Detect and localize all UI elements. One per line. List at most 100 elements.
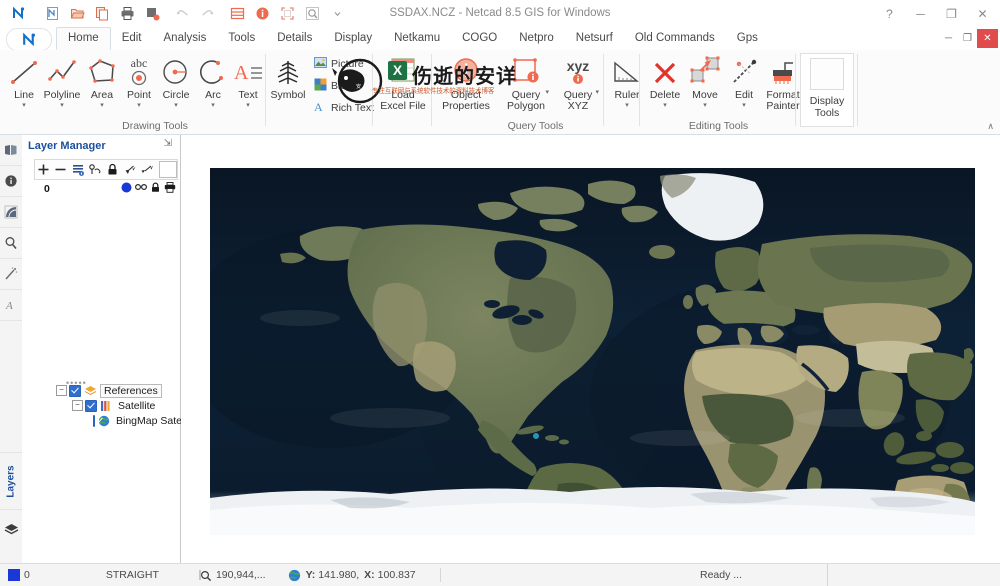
chevron-down-icon[interactable]: ▾ — [211, 102, 215, 110]
help-button[interactable]: ? — [874, 1, 905, 27]
tab-netsurf[interactable]: Netsurf — [565, 27, 624, 50]
add-layer-button[interactable] — [35, 161, 52, 178]
status-scale[interactable]: 190,944,... — [191, 564, 274, 586]
tab-netkamu[interactable]: Netkamu — [383, 27, 451, 50]
mdi-minimize-button[interactable]: ─ — [939, 29, 958, 48]
tab-edit[interactable]: Edit — [111, 27, 153, 50]
lock-layers-button[interactable] — [104, 161, 121, 178]
tab-netpro[interactable]: Netpro — [508, 27, 565, 50]
layer-checkbox[interactable] — [93, 414, 95, 427]
info-circle-icon[interactable] — [250, 1, 275, 26]
tool-block[interactable]: Block — [312, 78, 359, 94]
tool-query-xyz[interactable]: xyz Query XYZ ▾ — [555, 53, 601, 112]
tool-circle[interactable]: Circle ▾ — [156, 53, 196, 110]
tool-arc[interactable]: Arc ▾ — [193, 53, 233, 110]
tool-edit[interactable]: Edit ▾ — [724, 53, 764, 110]
layer-color-dot-icon[interactable] — [121, 182, 132, 196]
tool-delete[interactable]: Delete ▾ — [645, 53, 685, 110]
chevron-down-icon[interactable]: ▾ — [663, 102, 667, 110]
chevron-down-icon[interactable]: ▾ — [246, 102, 250, 110]
layer-checkbox[interactable] — [69, 384, 81, 397]
chevron-down-icon[interactable] — [325, 1, 350, 26]
tab-old-commands[interactable]: Old Commands — [624, 27, 726, 50]
tool-point[interactable]: abc Point ▾ — [119, 53, 159, 110]
rail-radar-icon[interactable] — [0, 197, 22, 228]
map-canvas[interactable] — [210, 168, 975, 535]
filter-layers-button[interactable] — [87, 161, 104, 178]
crop-icon[interactable] — [275, 1, 300, 26]
tab-cogo[interactable]: COGO — [451, 27, 508, 50]
close-button[interactable]: ✕ — [967, 1, 998, 27]
table-icon[interactable] — [225, 1, 250, 26]
export-icon[interactable] — [140, 1, 165, 26]
chevron-down-icon[interactable]: ▾ — [545, 89, 549, 97]
map-document-window[interactable] — [181, 135, 1000, 564]
rail-magnifier-icon[interactable] — [0, 228, 22, 259]
tab-gps[interactable]: Gps — [726, 27, 769, 50]
zoom-window-icon[interactable] — [300, 1, 325, 26]
chevron-down-icon[interactable]: ▾ — [742, 102, 746, 110]
rail-layers-tab[interactable]: Layers — [0, 452, 22, 510]
layer-tree-item-bingmap[interactable]: BingMap Satellite I — [30, 413, 204, 428]
open-folder-icon[interactable] — [65, 1, 90, 26]
save-copy-icon[interactable] — [90, 1, 115, 26]
tool-line[interactable]: Line ▾ — [4, 53, 44, 110]
expander-icon[interactable]: − — [56, 385, 67, 396]
restore-button[interactable]: ❐ — [936, 1, 967, 27]
chevron-down-icon[interactable]: ▾ — [100, 102, 104, 110]
rail-layers-stack-icon[interactable] — [0, 514, 22, 544]
layer-tree-item-references[interactable]: − References — [30, 383, 178, 398]
printer-icon[interactable] — [115, 1, 140, 26]
tool-symbol[interactable]: Symbol — [269, 53, 307, 101]
lock-icon[interactable] — [150, 182, 161, 196]
tool-area[interactable]: Area ▾ — [82, 53, 122, 110]
tab-home[interactable]: Home — [56, 27, 111, 50]
new-document-icon[interactable] — [40, 1, 65, 26]
rail-books-icon[interactable] — [0, 135, 22, 166]
app-icon[interactable] — [6, 1, 31, 26]
mdi-restore-button[interactable]: ❐ — [958, 29, 977, 48]
tool-query-polygon[interactable]: Query Polygon ▾ — [499, 53, 553, 112]
tab-analysis[interactable]: Analysis — [153, 27, 218, 50]
tool-picture[interactable]: Picture — [312, 56, 366, 72]
tool-load-excel-file[interactable]: Load Excel File — [378, 53, 428, 112]
printer-icon[interactable] — [164, 182, 176, 196]
chevron-down-icon[interactable]: ▾ — [703, 102, 707, 110]
tool-polyline[interactable]: Polyline ▾ — [42, 53, 82, 110]
status-mode[interactable]: STRAIGHT — [98, 564, 167, 586]
application-menu-button[interactable] — [6, 28, 52, 51]
ribbon-collapse-button[interactable]: ∧ — [987, 121, 994, 132]
rail-italic-a-icon[interactable]: A — [0, 290, 22, 321]
mdi-close-button[interactable]: ✕ — [977, 29, 998, 48]
rail-magic-wand-icon[interactable] — [0, 259, 22, 290]
chevron-down-icon[interactable]: ▾ — [22, 102, 26, 110]
status-coordinates[interactable]: Y: 141.980, X: 100.837 — [280, 564, 424, 586]
tool-move[interactable]: Move ▾ — [685, 53, 725, 110]
layer-color-swatch[interactable] — [158, 161, 178, 178]
tab-details[interactable]: Details — [266, 27, 323, 50]
layer-row-zero[interactable]: 0 — [34, 181, 176, 197]
eye-icon[interactable] — [134, 182, 148, 196]
expander-icon[interactable]: − — [72, 400, 83, 411]
redo-arrow-icon[interactable] — [195, 1, 220, 26]
chevron-down-icon[interactable]: ▾ — [137, 102, 141, 110]
expand-all-button[interactable] — [121, 161, 138, 178]
chevron-down-icon[interactable]: ▾ — [174, 102, 178, 110]
undo-arrow-icon[interactable] — [170, 1, 195, 26]
remove-layer-button[interactable] — [52, 161, 69, 178]
tab-tools[interactable]: Tools — [217, 27, 266, 50]
minimize-button[interactable]: ─ — [905, 1, 936, 27]
rail-info-icon[interactable] — [0, 166, 22, 197]
collapse-all-button[interactable] — [139, 161, 156, 178]
layer-checkbox[interactable] — [85, 399, 97, 412]
tool-rich-text[interactable]: A Rich Text — [312, 100, 376, 116]
chevron-down-icon[interactable]: ▾ — [60, 102, 64, 110]
tool-object-properties[interactable]: Object Properties — [435, 53, 497, 112]
tool-display-tools[interactable]: Display Tools — [800, 53, 854, 127]
tab-display[interactable]: Display — [323, 27, 383, 50]
tool-text[interactable]: A Text ▾ — [228, 53, 268, 110]
chevron-down-icon[interactable]: ▾ — [625, 102, 629, 110]
layer-tree-item-satellite[interactable]: − Satellite — [30, 398, 178, 413]
status-layer[interactable]: 0 — [0, 564, 38, 586]
chevron-down-icon[interactable]: ▾ — [595, 89, 599, 97]
